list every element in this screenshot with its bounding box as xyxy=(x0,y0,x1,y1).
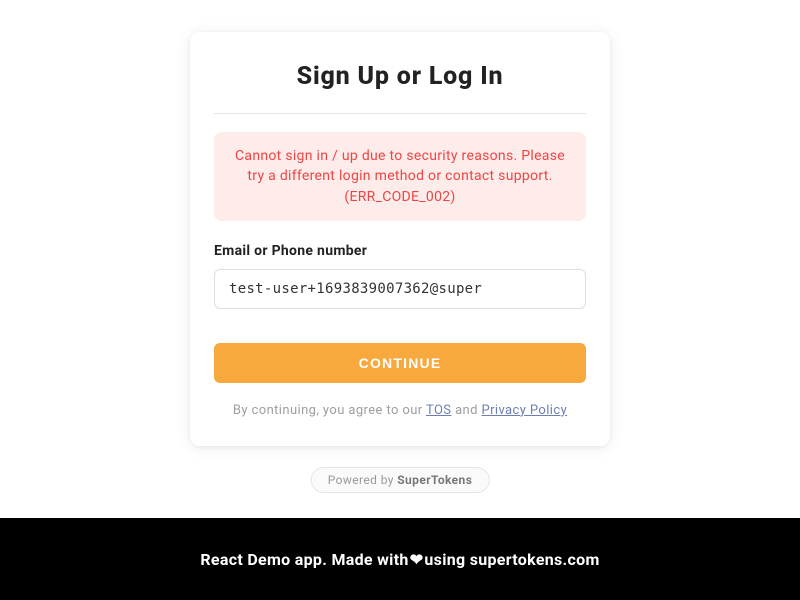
footer-prefix: React Demo app. Made with xyxy=(200,550,408,569)
continue-button[interactable]: CONTINUE xyxy=(214,343,586,383)
auth-card: Sign Up or Log In Cannot sign in / up du… xyxy=(190,32,610,446)
heart-icon: ❤ xyxy=(410,550,424,569)
divider xyxy=(214,113,586,114)
powered-brand: SuperTokens xyxy=(397,473,472,487)
consent-text: By continuing, you agree to our TOS and … xyxy=(214,401,586,422)
consent-mid: and xyxy=(455,403,481,418)
page-title: Sign Up or Log In xyxy=(214,62,586,91)
consent-prefix: By continuing, you agree to our xyxy=(233,403,426,418)
privacy-link[interactable]: Privacy Policy xyxy=(481,403,567,418)
powered-by-pill[interactable]: Powered by SuperTokens xyxy=(311,467,490,493)
error-banner: Cannot sign in / up due to security reas… xyxy=(214,132,586,221)
email-phone-input[interactable] xyxy=(214,269,586,309)
email-phone-label: Email or Phone number xyxy=(214,243,586,259)
footer-text: React Demo app. Made with❤using supertok… xyxy=(200,550,599,569)
tos-link[interactable]: TOS xyxy=(426,403,451,418)
error-message: Cannot sign in / up due to security reas… xyxy=(232,146,568,207)
powered-prefix: Powered by xyxy=(328,473,398,487)
footer-suffix: using supertokens.com xyxy=(424,550,599,569)
footer-bar: React Demo app. Made with❤using supertok… xyxy=(0,518,800,600)
